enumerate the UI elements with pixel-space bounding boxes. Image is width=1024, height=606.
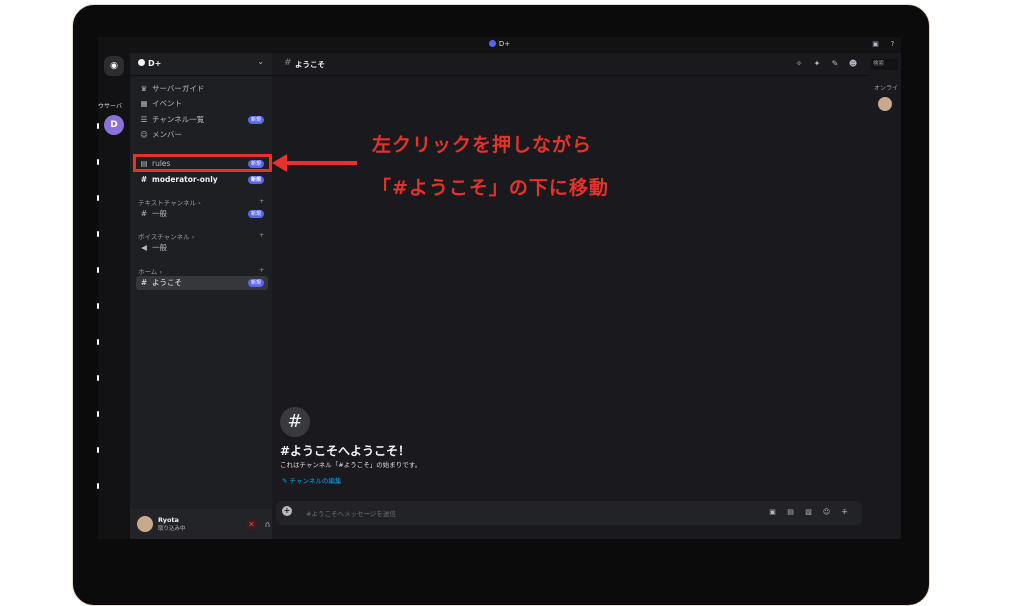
mic-muted-icon[interactable]: ✕ <box>246 519 257 530</box>
channel-text-general[interactable]: # 一般 新規 <box>136 207 268 221</box>
new-badge: 新規 <box>247 116 264 124</box>
chevron-down-icon[interactable]: ⌄ <box>257 57 264 66</box>
channel-label: 一般 <box>152 243 167 252</box>
hash-icon: # <box>284 58 292 68</box>
gift-icon[interactable]: ▣ <box>768 508 777 517</box>
member-avatar[interactable] <box>878 97 892 111</box>
category-text-channels[interactable]: テキストチャンネル › + <box>138 197 264 207</box>
scroll-dots <box>97 123 100 513</box>
emoji-icon[interactable]: ☺ <box>822 508 831 517</box>
sidebar-item-label: メンバー <box>152 130 182 139</box>
help-icon[interactable]: ? <box>888 40 897 49</box>
sidebar-item-label: サーバーガイド <box>152 84 205 93</box>
search-input[interactable]: 検索 <box>870 59 898 70</box>
threads-icon[interactable]: ✧ <box>794 59 804 68</box>
new-badge: 新規 <box>247 210 264 218</box>
channel-header: # ようこそ ✧ ✦ ✎ ☻ <box>272 53 870 76</box>
channel-label: 一般 <box>152 209 167 218</box>
sidebar-item-label: チャンネル一覧 <box>152 115 205 124</box>
server-badge-icon <box>138 59 145 66</box>
add-attachment-icon[interactable]: + <box>282 506 292 516</box>
server-icon <box>488 40 496 47</box>
message-composer[interactable]: + #ようこそへメッセージを送信 ▣ ▤ ▧ ☺ ⁜ <box>276 501 862 525</box>
channel-list-icon: ☰ <box>140 115 148 124</box>
online-heading: オンライ <box>874 85 899 92</box>
channel-welcome[interactable]: # ようこそ 新規 <box>136 276 268 290</box>
add-channel-icon[interactable]: + <box>259 197 264 205</box>
members-icon: ☺ <box>140 130 148 139</box>
annotation-line-2: 「#ようこそ」の下に移動 <box>372 177 609 199</box>
channel-moderator-only[interactable]: # moderator-only 新規 <box>136 173 268 187</box>
window-title-text: D+ <box>498 40 511 48</box>
hash-icon: # <box>140 209 148 218</box>
gif-icon[interactable]: ▤ <box>786 508 795 517</box>
message-input[interactable]: #ようこそへメッセージを送信 <box>306 508 396 518</box>
server-rail: ◉ ウサーバ D <box>98 53 130 539</box>
sidebar-item-channel-list[interactable]: ☰ チャンネル一覧 新規 <box>136 113 268 127</box>
window-title: D+ <box>98 40 901 48</box>
server-d-icon[interactable]: D <box>104 115 124 135</box>
user-name: Ryota <box>158 516 179 524</box>
channel-sidebar: D+ ⌄ ♛ サーバーガイド ▦ イベント ☰ チャンネル一覧 新規 ☺ メンバ… <box>130 53 304 539</box>
edit-channel-label: チャンネルの編集 <box>289 477 342 485</box>
annotation-line-1: 左クリックを押しながら <box>372 134 593 156</box>
avatar[interactable] <box>137 516 153 532</box>
hash-icon: # <box>140 278 148 287</box>
server-header[interactable]: D+ ⌄ <box>130 53 272 76</box>
welcome-subtitle: これはチャンネル「#ようこそ」の始まりです。 <box>280 461 422 469</box>
welcome-title: #ようこそへようこそ！ <box>280 444 411 458</box>
member-list-icon[interactable]: ☻ <box>848 59 858 68</box>
pencil-icon: ✎ <box>282 477 290 485</box>
sidebar-item-members[interactable]: ☺ メンバー <box>136 128 268 142</box>
discord-home-icon[interactable]: ◉ <box>104 56 124 76</box>
category-voice-channels[interactable]: ボイスチャンネル › + <box>138 231 264 241</box>
edit-channel-link[interactable]: ✎ チャンネルの編集 <box>282 475 341 485</box>
speaker-icon: ◀ <box>141 243 147 252</box>
channel-voice-general[interactable]: ◀ 一般 <box>136 241 268 255</box>
trophy-icon: ♛ <box>140 84 148 93</box>
server-rail-label: ウサーバ <box>98 103 122 110</box>
add-channel-icon[interactable]: + <box>259 231 264 239</box>
category-label: ホーム <box>138 268 158 276</box>
hash-icon: # <box>140 175 148 184</box>
sticker-icon[interactable]: ▧ <box>804 508 813 517</box>
channel-label: moderator-only <box>152 175 218 184</box>
category-label: テキストチャンネル <box>138 199 197 207</box>
new-badge: 新規 <box>247 176 264 184</box>
chat-area: # ようこそ ✧ ✦ ✎ ☻ # #ようこそへようこそ！ これはチャンネル「#よ… <box>272 53 870 539</box>
inbox-icon[interactable]: ▣ <box>871 40 880 49</box>
category-home[interactable]: ホーム › + <box>138 266 264 276</box>
sidebar-item-server-guide[interactable]: ♛ サーバーガイド <box>136 82 268 96</box>
add-channel-icon[interactable]: + <box>259 266 264 274</box>
channel-title: ようこそ <box>295 60 325 69</box>
highlight-box <box>133 154 272 172</box>
member-list: オンライ <box>870 75 901 539</box>
notification-icon[interactable]: ✦ <box>812 59 822 68</box>
category-label: ボイスチャンネル <box>138 233 190 241</box>
user-status: 取り込み中 <box>158 526 186 532</box>
title-bar: D+ ▣ ? <box>98 37 901 53</box>
discord-window: D+ ▣ ? ◉ ウサーバ D D+ ⌄ ♛ サーバーガイド ▦ イベント ☰ … <box>98 37 901 539</box>
pin-icon[interactable]: ✎ <box>830 59 840 68</box>
arrow-shaft <box>285 161 357 165</box>
sidebar-item-events[interactable]: ▦ イベント <box>136 97 268 111</box>
server-name: D+ <box>148 59 162 68</box>
sidebar-item-label: イベント <box>152 99 182 108</box>
apps-icon[interactable]: ⁜ <box>840 508 849 517</box>
calendar-icon: ▦ <box>140 99 148 108</box>
hash-icon: # <box>280 407 310 437</box>
new-badge: 新規 <box>247 279 264 287</box>
channel-label: ようこそ <box>152 278 182 287</box>
